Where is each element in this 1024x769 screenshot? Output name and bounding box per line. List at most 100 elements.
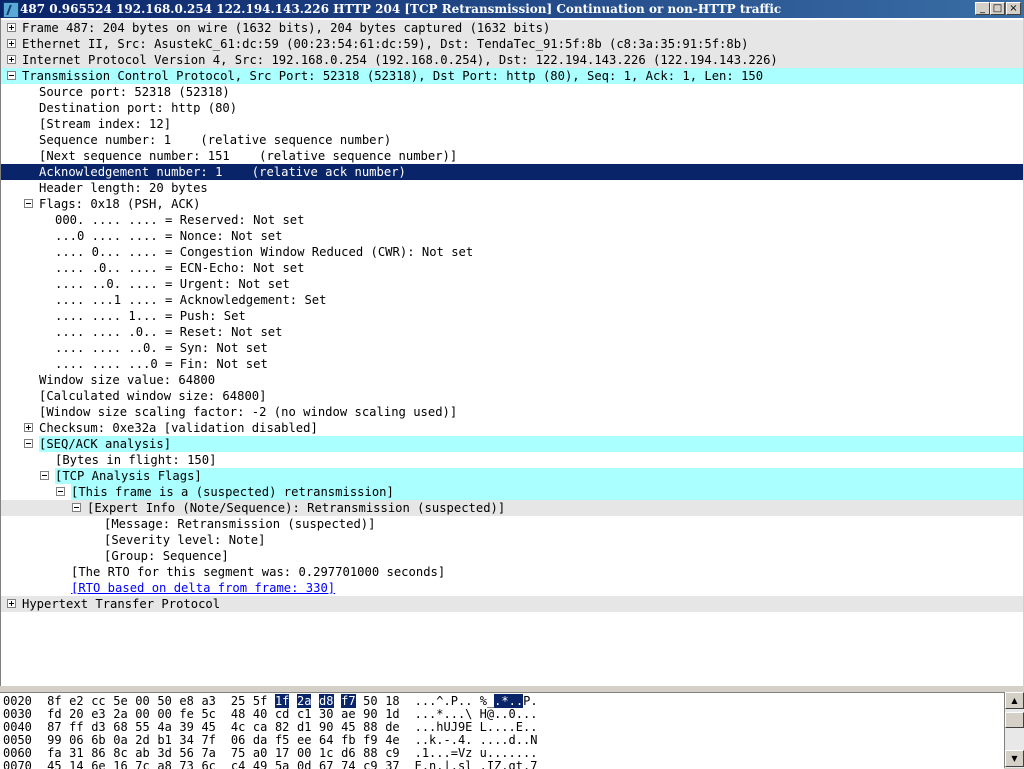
minimize-button[interactable]: _	[975, 2, 990, 15]
maximize-button[interactable]: □	[990, 2, 1005, 15]
expand-plus-icon[interactable]	[7, 23, 16, 32]
scroll-down-arrow-icon[interactable]: ▼	[1005, 750, 1024, 767]
hex-byte[interactable]: f7	[341, 694, 356, 708]
collapse-minus-icon[interactable]	[40, 471, 49, 480]
hex-byte[interactable]: 50	[157, 694, 171, 708]
hex-byte[interactable]: 4c	[231, 720, 245, 734]
hex-byte[interactable]: d1	[297, 720, 311, 734]
hex-byte[interactable]: c9	[385, 746, 399, 760]
hex-byte[interactable]: a0	[253, 746, 267, 760]
close-button[interactable]: ×	[1006, 2, 1021, 15]
hex-byte[interactable]: 87	[47, 720, 61, 734]
tree-row[interactable]: Checksum: 0xe32a [validation disabled]	[1, 420, 1023, 436]
collapse-minus-icon[interactable]	[24, 199, 33, 208]
hex-byte[interactable]: ab	[135, 746, 149, 760]
hex-byte[interactable]: 2a	[297, 694, 312, 708]
tree-row[interactable]: .... ..0. .... = Urgent: Not set	[1, 276, 1023, 292]
tree-row[interactable]: [Expert Info (Note/Sequence): Retransmis…	[1, 500, 1023, 516]
hex-byte[interactable]: 90	[319, 720, 333, 734]
hex-byte[interactable]: 1c	[319, 746, 333, 760]
hex-byte[interactable]: 68	[113, 720, 127, 734]
tree-row[interactable]: [RTO based on delta from frame: 330]	[1, 580, 1023, 596]
tree-row[interactable]: [Severity level: Note]	[1, 532, 1023, 548]
hex-byte[interactable]: e3	[91, 707, 105, 721]
tree-row[interactable]: .... .0.. .... = ECN-Echo: Not set	[1, 260, 1023, 276]
hex-byte[interactable]: d3	[91, 720, 105, 734]
hex-byte[interactable]: ae	[341, 707, 355, 721]
hex-byte[interactable]: 55	[135, 720, 149, 734]
hex-byte[interactable]: 4a	[157, 720, 171, 734]
hex-byte[interactable]: 06	[69, 733, 83, 747]
hex-byte[interactable]: 1f	[274, 694, 290, 708]
hex-byte[interactable]: 1d	[385, 707, 399, 721]
hex-byte[interactable]: 00	[135, 707, 149, 721]
hex-byte[interactable]: c1	[297, 707, 311, 721]
tree-row[interactable]: [Next sequence number: 151 (relative seq…	[1, 148, 1023, 164]
tree-row[interactable]: [Group: Sequence]	[1, 548, 1023, 564]
hex-byte[interactable]: 2a	[113, 707, 127, 721]
hex-byte[interactable]: 5c	[201, 707, 215, 721]
hex-byte[interactable]: e2	[69, 694, 83, 708]
tree-row[interactable]: ...0 .... .... = Nonce: Not set	[1, 228, 1023, 244]
tree-row[interactable]: [This frame is a (suspected) retransmiss…	[1, 484, 1023, 500]
hex-byte[interactable]: 00	[157, 707, 171, 721]
hex-byte[interactable]: 75	[231, 746, 245, 760]
hex-byte[interactable]: ca	[253, 720, 267, 734]
hex-byte[interactable]: 00	[135, 694, 149, 708]
tree-row[interactable]: Internet Protocol Version 4, Src: 192.16…	[1, 52, 1023, 68]
hex-byte[interactable]: a3	[201, 694, 215, 708]
hex-byte[interactable]: 00	[297, 746, 311, 760]
hex-byte[interactable]: 20	[69, 707, 83, 721]
tree-row[interactable]: Source port: 52318 (52318)	[1, 84, 1023, 100]
tree-row[interactable]: .... 0... .... = Congestion Window Reduc…	[1, 244, 1023, 260]
hex-byte[interactable]: 39	[179, 720, 193, 734]
hex-byte[interactable]: fe	[179, 707, 193, 721]
hex-byte[interactable]: 06	[231, 733, 245, 747]
expand-plus-icon[interactable]	[7, 39, 16, 48]
hex-byte[interactable]: 4e	[385, 733, 399, 747]
packet-details-tree[interactable]: Frame 487: 204 bytes on wire (1632 bits)…	[0, 18, 1023, 687]
tree-row[interactable]: Transmission Control Protocol, Src Port:…	[1, 68, 1023, 84]
tree-row[interactable]: .... ...1 .... = Acknowledgement: Set	[1, 292, 1023, 308]
hex-byte[interactable]: d8	[319, 694, 334, 708]
hex-byte[interactable]: 45	[341, 720, 355, 734]
tree-row[interactable]: [The RTO for this segment was: 0.2977010…	[1, 564, 1023, 580]
hex-byte[interactable]: 88	[363, 720, 377, 734]
tree-row[interactable]: [Bytes in flight: 150]	[1, 452, 1023, 468]
hex-byte[interactable]: 17	[275, 746, 289, 760]
hex-byte[interactable]: 31	[69, 746, 83, 760]
tree-row[interactable]: [TCP Analysis Flags]	[1, 468, 1023, 484]
expand-plus-icon[interactable]	[24, 423, 33, 432]
tree-row[interactable]: Acknowledgement number: 1 (relative ack …	[1, 164, 1023, 180]
tree-row[interactable]: Header length: 20 bytes	[1, 180, 1023, 196]
expand-plus-icon[interactable]	[7, 599, 16, 608]
hex-byte[interactable]: ff	[69, 720, 83, 734]
hex-byte[interactable]: 56	[179, 746, 193, 760]
hex-byte[interactable]: ee	[297, 733, 311, 747]
hex-byte[interactable]: 2d	[135, 733, 149, 747]
tree-row[interactable]: Ethernet II, Src: AsustekC_61:dc:59 (00:…	[1, 36, 1023, 52]
tree-row[interactable]: .... .... 1... = Push: Set	[1, 308, 1023, 324]
hex-byte[interactable]: e8	[179, 694, 193, 708]
hex-byte[interactable]: 90	[363, 707, 377, 721]
expand-plus-icon[interactable]	[7, 55, 16, 64]
collapse-minus-icon[interactable]	[56, 487, 65, 496]
tree-row[interactable]: Destination port: http (80)	[1, 100, 1023, 116]
hex-byte[interactable]: 82	[275, 720, 289, 734]
tree-row[interactable]: .... .... ..0. = Syn: Not set	[1, 340, 1023, 356]
hex-byte[interactable]: 7f	[201, 733, 215, 747]
hex-byte[interactable]: fa	[47, 746, 61, 760]
hex-byte[interactable]: 8c	[113, 746, 127, 760]
tree-row[interactable]: [Window size scaling factor: -2 (no wind…	[1, 404, 1023, 420]
hex-byte[interactable]: 5e	[113, 694, 127, 708]
collapse-minus-icon[interactable]	[72, 503, 81, 512]
hex-byte[interactable]: 40	[253, 707, 267, 721]
hex-byte[interactable]: 99	[47, 733, 61, 747]
tree-row[interactable]: Hypertext Transfer Protocol	[1, 596, 1023, 612]
hex-byte[interactable]: 3d	[157, 746, 171, 760]
tree-row[interactable]: Sequence number: 1 (relative sequence nu…	[1, 132, 1023, 148]
hex-byte[interactable]: da	[253, 733, 267, 747]
hex-byte[interactable]: b1	[157, 733, 171, 747]
hex-byte[interactable]: 5f	[253, 694, 267, 708]
hex-byte[interactable]: cc	[91, 694, 105, 708]
